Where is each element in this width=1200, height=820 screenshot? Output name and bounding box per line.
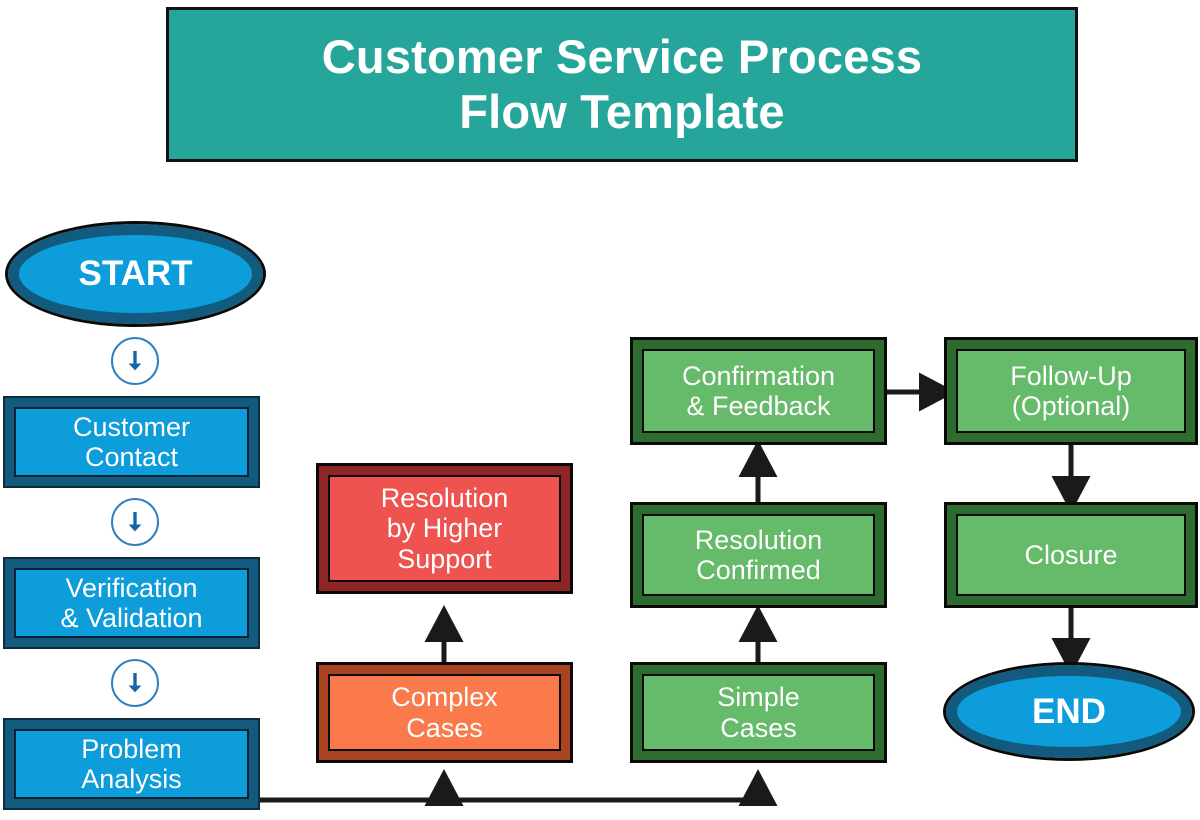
connector-customer-contact-to-verification [111, 498, 159, 546]
node-end[interactable]: END [943, 662, 1195, 761]
arrow-down-icon [128, 351, 142, 371]
node-resolution-higher-support-label: Resolution by Higher Support [380, 483, 509, 574]
node-simple-cases[interactable]: Simple Cases [630, 662, 887, 763]
node-follow-up[interactable]: Follow-Up (Optional) [944, 337, 1198, 445]
node-closure-label: Closure [1024, 539, 1118, 570]
page-title: Customer Service Process Flow Template [321, 29, 923, 138]
node-problem-analysis-label: Problem Analysis [81, 733, 182, 794]
node-verification-validation-label: Verification & Validation [60, 572, 203, 633]
node-complex-cases[interactable]: Complex Cases [316, 662, 573, 763]
flowchart-canvas: Customer Service Process Flow Template S [0, 0, 1200, 820]
connector-problem-analysis-branch [258, 769, 778, 807]
node-resolution-higher-support[interactable]: Resolution by Higher Support [316, 463, 573, 594]
node-confirmation-feedback-label: Confirmation & Feedback [681, 360, 836, 421]
node-confirmation-feedback[interactable]: Confirmation & Feedback [630, 337, 887, 445]
node-start[interactable]: START [5, 221, 266, 327]
node-resolution-confirmed-label: Resolution Confirmed [694, 524, 823, 585]
arrow-down-icon [128, 673, 142, 693]
node-customer-contact-label: Customer Contact [72, 411, 191, 472]
node-simple-cases-label: Simple Cases [717, 682, 800, 743]
node-follow-up-label: Follow-Up (Optional) [1010, 360, 1132, 421]
node-customer-contact[interactable]: Customer Contact [3, 396, 260, 488]
arrow-down-icon [128, 512, 142, 532]
node-end-label: END [1032, 691, 1106, 731]
node-problem-analysis[interactable]: Problem Analysis [3, 718, 260, 810]
node-start-label: START [78, 254, 193, 293]
node-complex-cases-label: Complex Cases [391, 682, 498, 743]
page-title-banner: Customer Service Process Flow Template [166, 7, 1078, 162]
node-closure[interactable]: Closure [944, 502, 1198, 608]
node-verification-validation[interactable]: Verification & Validation [3, 557, 260, 649]
connector-start-to-customer-contact [111, 337, 159, 385]
node-resolution-confirmed[interactable]: Resolution Confirmed [630, 502, 887, 608]
connector-verification-to-problem-analysis [111, 659, 159, 707]
